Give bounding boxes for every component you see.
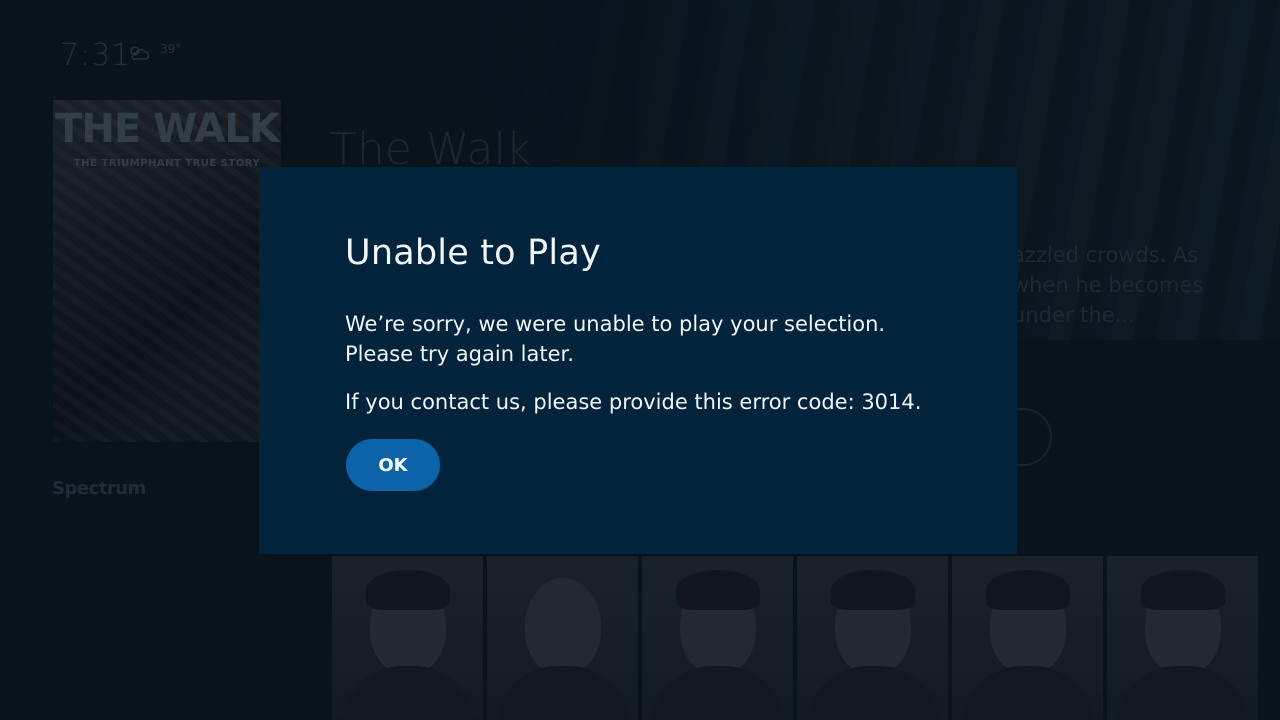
error-dialog: Unable to Play We’re sorry, we were unab… xyxy=(259,167,1017,554)
dialog-message-line-2: Please try again later. xyxy=(345,342,574,366)
dialog-message: We’re sorry, we were unable to play your… xyxy=(345,309,965,369)
dialog-message-line-1: We’re sorry, we were unable to play your… xyxy=(345,312,886,336)
error-code-text: If you contact us, please provide this e… xyxy=(345,390,922,414)
dialog-title: Unable to Play xyxy=(345,233,601,273)
ok-button[interactable]: OK xyxy=(346,439,440,491)
